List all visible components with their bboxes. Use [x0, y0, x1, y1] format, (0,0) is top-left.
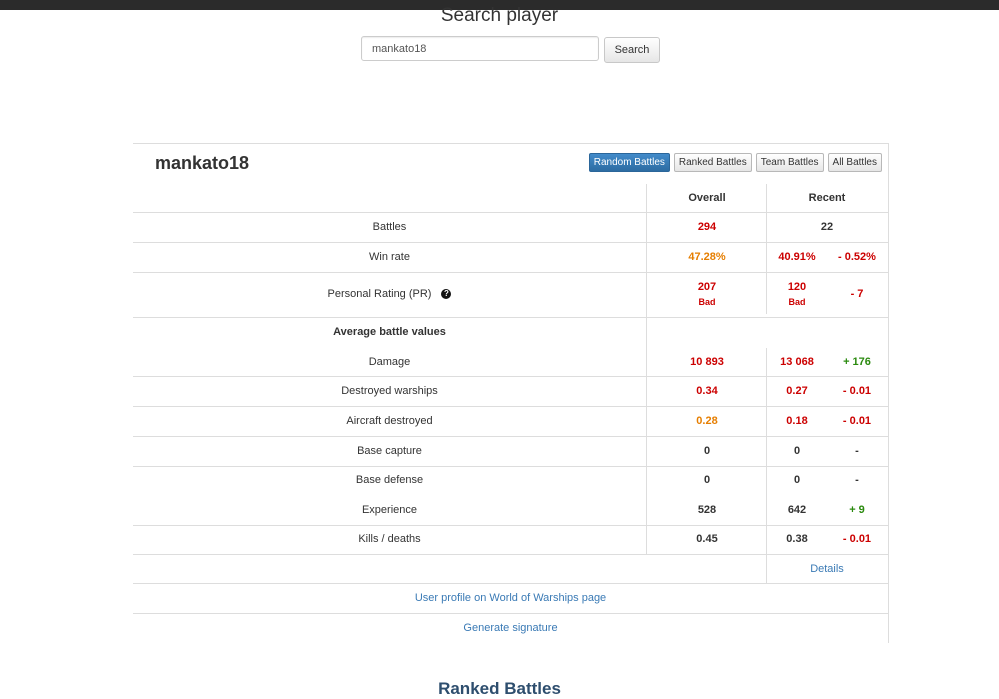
pr-label: Personal Rating (PR) [327, 288, 432, 300]
aircraft-destroyed-overall: 0.28 [696, 415, 718, 427]
kills-deaths-overall: 0.45 [696, 533, 718, 545]
average-values-heading: Average battle values [333, 326, 446, 338]
ranked-battles-heading: Ranked Battles [438, 679, 561, 698]
aircraft-destroyed-diff: - 0.01 [842, 415, 872, 427]
aircraft-destroyed-recent: 0.18 [786, 415, 808, 427]
experience-recent: 642 [787, 504, 807, 516]
tab-all-battles[interactable]: All Battles [827, 153, 882, 172]
pr-label-cell: Personal Rating (PR)? [133, 288, 646, 300]
experience-label: Experience [361, 504, 418, 516]
table-row: Battles 294 22 [133, 213, 888, 243]
base-defense-label: Base defense [355, 474, 424, 486]
table-header-row: Overall Recent [133, 184, 888, 213]
pr-diff: - 7 [850, 288, 864, 300]
details-link[interactable]: Details [810, 563, 844, 575]
kills-deaths-recent: 0.38 [786, 533, 808, 545]
table-row: Generate signature [133, 614, 888, 643]
kills-deaths-diff: - 0.01 [842, 533, 872, 545]
table-row: Average battle values [133, 318, 888, 348]
search-button[interactable]: Search [604, 37, 660, 63]
destroyed-warships-overall: 0.34 [696, 385, 718, 397]
experience-overall: 528 [697, 504, 717, 516]
battles-recent: 22 [820, 221, 834, 233]
question-circle-icon[interactable]: ? [441, 289, 452, 299]
player-stats-panel: mankato18 Random Battles Ranked Battles … [133, 143, 889, 643]
table-row: User profile on World of Warships page [133, 584, 888, 614]
destroyed-warships-label: Destroyed warships [341, 385, 438, 397]
search-input[interactable] [361, 36, 599, 61]
recent-header: Recent [808, 192, 846, 204]
destroyed-warships-diff: - 0.01 [842, 385, 872, 397]
base-capture-label: Base capture [357, 445, 422, 457]
base-capture-diff: - [855, 445, 859, 457]
search-title: Search player [440, 5, 559, 26]
table-row: Experience 528 642 + 9 [133, 496, 888, 526]
table-row: Details [133, 555, 888, 584]
experience-diff: + 9 [849, 504, 865, 516]
table-row: Win rate 47.28% 40.91% - 0.52% [133, 243, 888, 273]
tab-team-battles[interactable]: Team Battles [755, 153, 824, 172]
world-of-warships-profile-link[interactable]: User profile on World of Warships page [415, 592, 606, 604]
table-row: Personal Rating (PR)? 207 Bad 120 Bad - … [133, 273, 888, 318]
damage-diff: + 176 [843, 356, 871, 368]
win-rate-recent: 40.91% [778, 251, 816, 263]
pr-recent: 120 [787, 281, 807, 293]
table-row: Base capture 0 0 - [133, 437, 888, 467]
battle-type-tabs: Random Battles Ranked Battles Team Battl… [588, 153, 882, 172]
table-row: Destroyed warships 0.34 0.27 - 0.01 [133, 377, 888, 407]
base-defense-recent: 0 [793, 474, 801, 486]
damage-overall: 10 893 [690, 356, 724, 368]
win-rate-overall: 47.28% [688, 251, 726, 263]
table-row: Aircraft destroyed 0.28 0.18 - 0.01 [133, 407, 888, 437]
base-capture-recent: 0 [793, 445, 801, 457]
kills-deaths-label: Kills / deaths [358, 533, 421, 545]
battles-label: Battles [372, 221, 407, 233]
pr-overall-rating: Bad [698, 297, 716, 307]
base-defense-overall: 0 [703, 474, 711, 486]
win-rate-label: Win rate [369, 251, 410, 263]
pr-overall-cell: 207 Bad [647, 281, 767, 307]
table-row: Base defense 0 0 - [133, 467, 888, 496]
tab-ranked-battles[interactable]: Ranked Battles [673, 153, 752, 172]
tab-random-battles[interactable]: Random Battles [588, 153, 670, 172]
pr-recent-rating: Bad [788, 297, 806, 307]
pr-overall: 207 [697, 281, 717, 293]
aircraft-destroyed-label: Aircraft destroyed [346, 415, 433, 427]
destroyed-warships-recent: 0.27 [786, 385, 808, 397]
overall-header: Overall [688, 192, 726, 204]
generate-signature-link[interactable]: Generate signature [463, 622, 557, 634]
damage-recent: 13 068 [780, 356, 814, 368]
base-capture-overall: 0 [703, 445, 711, 457]
damage-label: Damage [368, 356, 411, 368]
pr-recent-cell: 120 Bad [767, 281, 827, 307]
player-name: mankato18 [155, 153, 250, 173]
table-row: Damage 10 893 13 068 + 176 [133, 348, 888, 377]
battles-overall: 294 [697, 221, 717, 233]
profile-link-cell: User profile on World of Warships page [133, 592, 888, 604]
signature-link-cell: Generate signature [133, 622, 888, 634]
table-row: Kills / deaths 0.45 0.38 - 0.01 [133, 526, 888, 555]
details-cell: Details [767, 563, 887, 575]
win-rate-diff: - 0.52% [838, 251, 876, 263]
base-defense-diff: - [855, 474, 859, 486]
